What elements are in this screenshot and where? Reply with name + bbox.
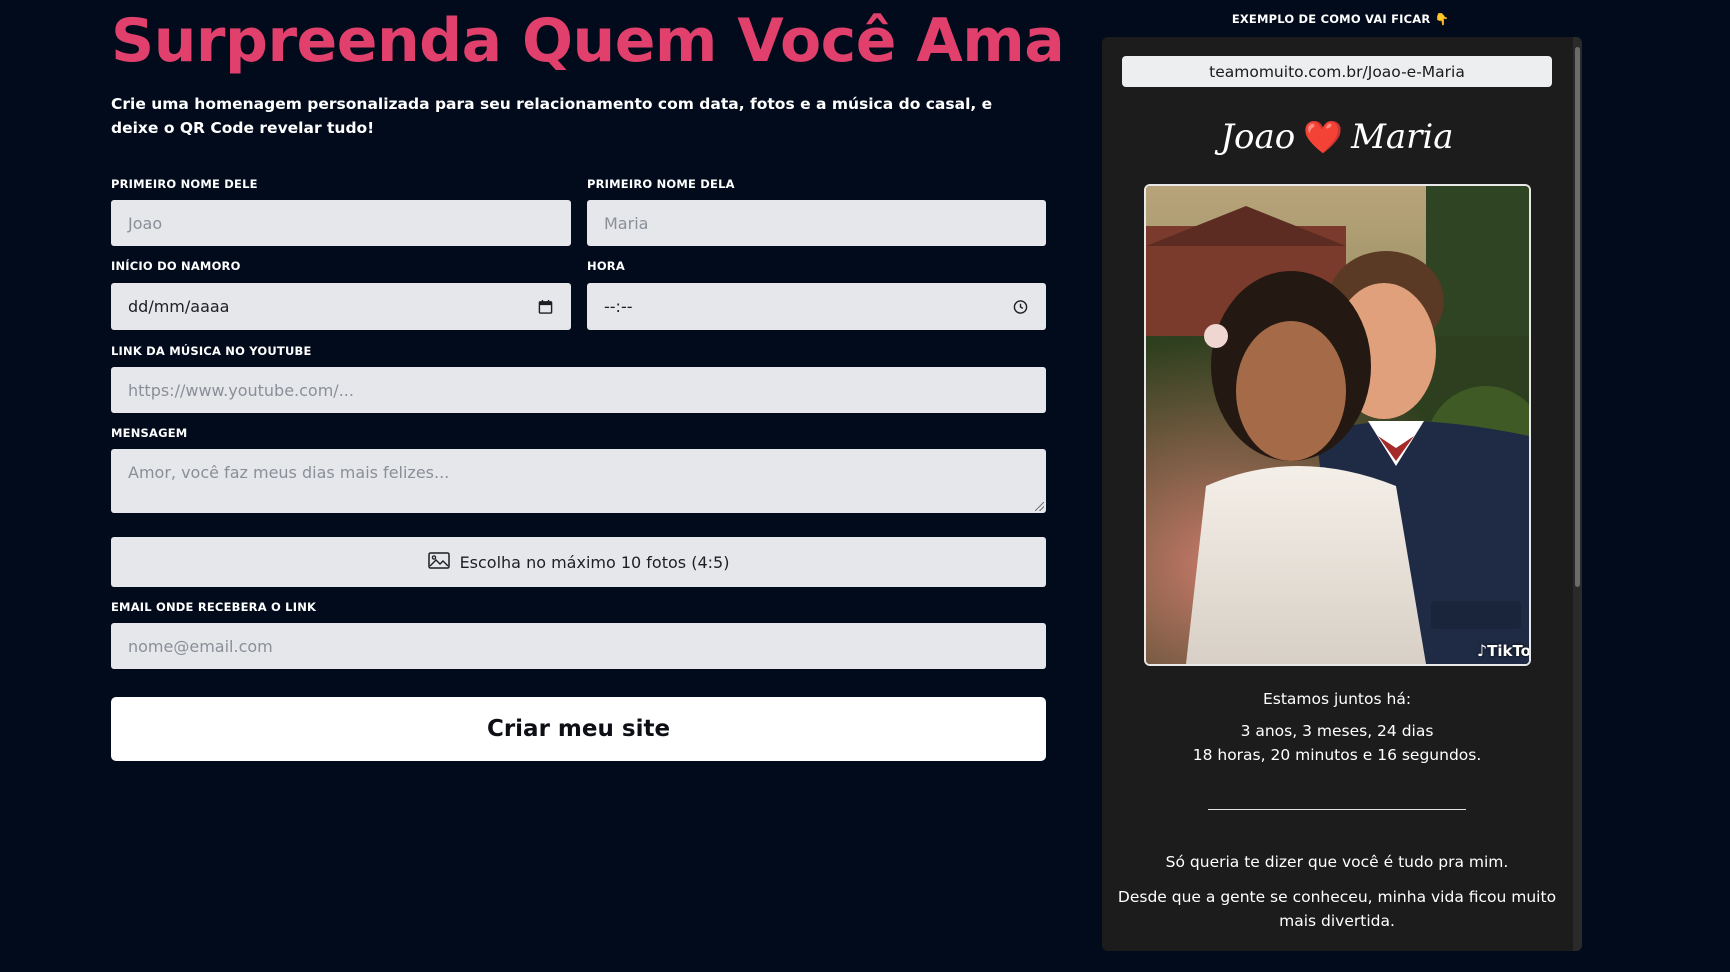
time-label: HORA — [587, 259, 625, 273]
heart-icon: ❤️ — [1303, 118, 1344, 156]
image-icon — [427, 551, 450, 573]
choose-photos-label: Escolha no máximo 10 fotos (4:5) — [459, 552, 730, 572]
email-label: EMAIL ONDE RECEBERA O LINK — [111, 600, 317, 614]
example-label: EXEMPLO DE COMO VAI FICAR 👇 — [1231, 12, 1450, 26]
together-title: Estamos juntos há: — [1262, 690, 1412, 708]
her-name-input[interactable]: Maria — [587, 200, 1046, 246]
couple-photo: ♪TikTo — [1144, 184, 1531, 666]
his-name-placeholder: Joao — [128, 213, 163, 233]
message-line-2: Desde que a gente se conheceu, minha vid… — [1117, 888, 1557, 906]
message-line-1: Só queria te dizer que você é tudo pra m… — [1165, 853, 1509, 871]
tiktok-icon: ♪TikTo — [1476, 641, 1531, 660]
page-subtitle: Crie uma homenagem personalizada para se… — [111, 95, 993, 137]
music-link-placeholder: https://www.youtube.com/... — [128, 380, 354, 400]
her-name-placeholder: Maria — [604, 213, 649, 233]
together-duration-2: 18 horas, 20 minutos e 16 segundos. — [1192, 746, 1482, 764]
name-left: Joao — [1220, 117, 1296, 157]
time-value: --:-- — [604, 297, 633, 316]
preview-panel[interactable]: teamomuito.com.br/Joao-e-Maria Joao ❤️ M… — [1102, 37, 1582, 951]
start-date-input[interactable]: dd/mm/aaaa — [111, 283, 571, 330]
message-line-3: mais divertida. — [1279, 912, 1395, 930]
resize-handle[interactable] — [1035, 502, 1044, 511]
divider — [1208, 809, 1466, 810]
start-date-label: INÍCIO DO NAMORO — [111, 259, 241, 273]
calendar-icon[interactable] — [538, 299, 553, 314]
email-input[interactable]: nome@email.com — [111, 623, 1046, 669]
page-title: Surpreenda Quem Você Ama — [111, 6, 1065, 76]
message-label: MENSAGEM — [111, 426, 188, 440]
choose-photos-button[interactable]: Escolha no máximo 10 fotos (4:5) — [111, 537, 1046, 587]
create-site-button[interactable]: Criar meu site — [111, 697, 1046, 761]
together-duration-1: 3 anos, 3 meses, 24 dias — [1240, 722, 1434, 740]
scroll-thumb[interactable] — [1575, 47, 1580, 587]
tiktok-watermark: TikTo — [1487, 642, 1531, 660]
clock-icon[interactable] — [1013, 299, 1028, 314]
email-placeholder: nome@email.com — [128, 636, 273, 656]
music-link-label: LINK DA MÚSICA NO YOUTUBE — [111, 344, 312, 358]
his-name-input[interactable]: Joao — [111, 200, 571, 246]
time-input[interactable]: --:-- — [587, 283, 1046, 330]
preview-scrollbar[interactable] — [1573, 37, 1582, 951]
her-name-label: PRIMEIRO NOME DELA — [587, 177, 735, 191]
preview-url-bar: teamomuito.com.br/Joao-e-Maria — [1122, 56, 1552, 87]
message-textarea[interactable]: Amor, você faz meus dias mais felizes... — [111, 449, 1046, 513]
name-right: Maria — [1351, 117, 1454, 157]
message-placeholder: Amor, você faz meus dias mais felizes... — [128, 463, 450, 482]
his-name-label: PRIMEIRO NOME DELE — [111, 177, 258, 191]
couple-names: Joao ❤️ Maria — [1102, 107, 1572, 167]
music-link-input[interactable]: https://www.youtube.com/... — [111, 367, 1046, 413]
start-date-value: dd/mm/aaaa — [128, 297, 230, 316]
